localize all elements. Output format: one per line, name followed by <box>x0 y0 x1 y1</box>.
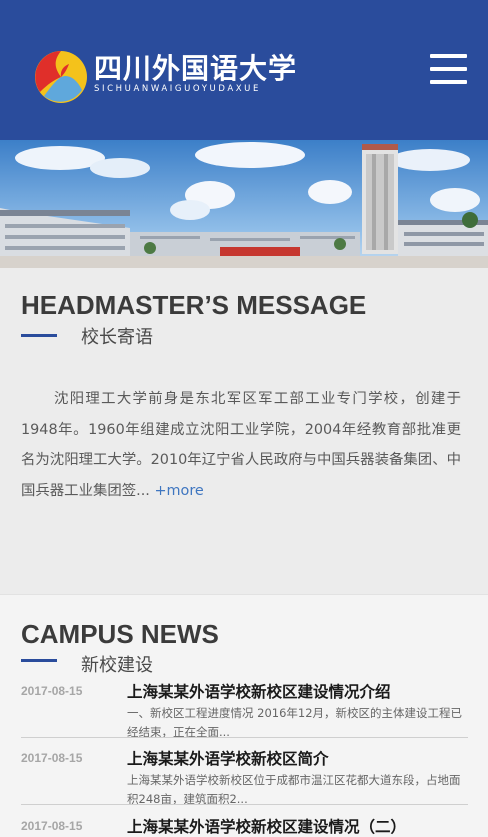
site-header: 四川外国语大学 SICHUANWAIGUOYUDAXUE <box>0 0 488 140</box>
headmaster-section-title: HEADMASTER’S MESSAGE <box>21 290 367 320</box>
news-section-subtitle: 新校建设 <box>81 655 153 676</box>
more-link[interactable]: +more <box>154 483 203 499</box>
news-title[interactable]: 上海某某外语学校新校区简介 <box>127 747 329 769</box>
news-title[interactable]: 上海某某外语学校新校区建设情况（二） <box>127 815 406 837</box>
menu-line <box>430 54 467 58</box>
news-date: 2017-08-15 <box>21 819 83 833</box>
menu-line <box>430 80 467 84</box>
news-divider <box>21 737 468 738</box>
headmaster-message-text: 沈阳理工大学前身是东北军区军工部工业专门学校，创建于1948年。1960年组建成… <box>21 384 461 506</box>
news-title[interactable]: 上海某某外语学校新校区建设情况介绍 <box>127 680 391 702</box>
news-divider <box>21 804 468 805</box>
hamburger-menu-icon[interactable] <box>430 54 468 86</box>
menu-line <box>430 67 467 71</box>
news-date: 2017-08-15 <box>21 751 83 765</box>
campus-banner-image[interactable] <box>0 140 488 268</box>
headmaster-message-body: 沈阳理工大学前身是东北军区军工部工业专门学校，创建于1948年。1960年组建成… <box>21 391 461 499</box>
campus-photo-icon <box>0 140 488 268</box>
logo-pinyin-name: SICHUANWAIGUOYUDAXUE <box>94 84 261 94</box>
site-logo[interactable]: 四川外国语大学 SICHUANWAIGUOYUDAXUE <box>34 47 314 103</box>
news-date: 2017-08-15 <box>21 684 83 698</box>
section-accent-bar <box>21 659 57 662</box>
section-accent-bar <box>21 334 57 337</box>
university-emblem-icon <box>35 51 87 103</box>
news-section-title: CAMPUS NEWS <box>21 619 219 649</box>
headmaster-section-subtitle: 校长寄语 <box>81 327 153 348</box>
campus-news-section: CAMPUS NEWS 新校建设 2017-08-15 上海某某外语学校新校区建… <box>0 594 488 837</box>
logo-chinese-name: 四川外国语大学 <box>94 52 298 85</box>
